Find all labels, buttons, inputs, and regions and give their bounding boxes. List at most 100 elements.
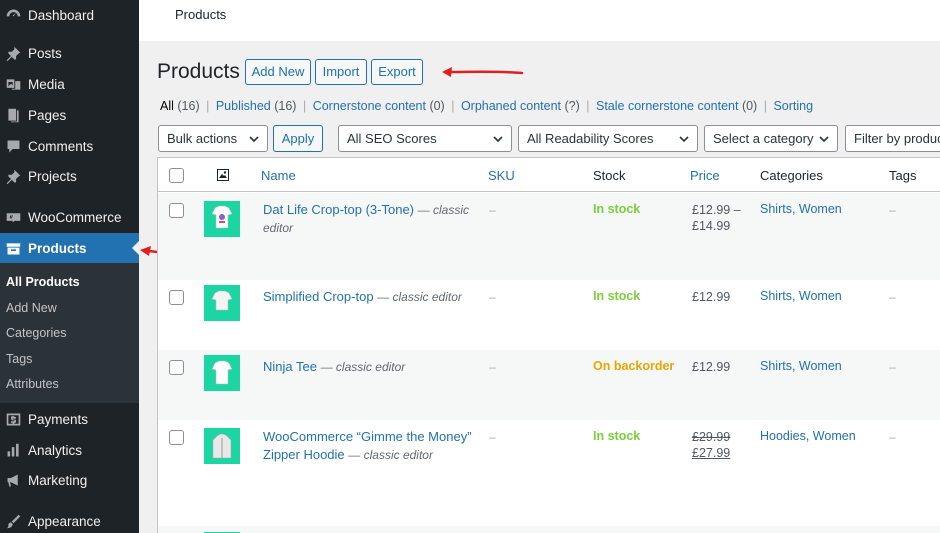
categories-cell[interactable]: Shirts, Women	[760, 359, 842, 373]
view-cornerstone[interactable]: Cornerstone content	[313, 99, 426, 113]
woo-icon	[4, 208, 22, 226]
column-price[interactable]: Price	[690, 168, 720, 183]
menu-label: WooCommerce	[28, 209, 122, 225]
crop-top-icon	[211, 290, 233, 311]
add-new-button[interactable]: Add New	[245, 59, 311, 85]
menu-item-analytics[interactable]: Analytics	[0, 435, 139, 465]
row-checkbox[interactable]	[169, 430, 184, 445]
column-sku[interactable]: SKU	[488, 168, 515, 183]
menu-item-payments[interactable]: Payments	[0, 404, 139, 434]
submenu-tags[interactable]: Tags	[0, 347, 139, 373]
view-stale-cornerstone[interactable]: Stale cornerstone content	[596, 99, 738, 113]
menu-label: Products	[28, 240, 87, 256]
categories-cell[interactable]: Hoodies, Women	[760, 429, 856, 443]
pin-icon	[4, 44, 22, 62]
menu-label: Marketing	[28, 472, 88, 488]
product-type-filter[interactable]: Filter by product type	[845, 125, 940, 152]
submenu-all-products[interactable]: All Products	[0, 270, 139, 296]
view-count: (16)	[177, 99, 200, 113]
view-separator: |	[206, 99, 210, 113]
product-name-cell: Ninja Tee — classic editor	[263, 358, 478, 376]
menu-label: Comments	[28, 138, 94, 154]
menu-item-dashboard[interactable]: Dashboard	[0, 0, 139, 30]
tags-cell: –	[889, 430, 896, 444]
tags-cell: –	[889, 203, 896, 217]
view-all[interactable]: All	[160, 99, 174, 113]
image-column-icon	[217, 169, 229, 181]
menu-item-posts[interactable]: Posts	[0, 38, 139, 68]
view-count: (?)	[564, 99, 580, 113]
chevron-down-icon	[493, 134, 503, 144]
product-name-link[interactable]: Simplified Crop-top	[263, 289, 374, 304]
menu-item-marketing[interactable]: Marketing	[0, 465, 139, 495]
view-count: (0)	[429, 99, 445, 113]
admin-sidebar: Dashboard Posts Media Pages Comments Pro…	[0, 0, 139, 533]
view-orphaned[interactable]: Orphaned content	[461, 99, 561, 113]
select-value: Filter by product type	[854, 131, 940, 146]
submenu-add-new[interactable]: Add New	[0, 296, 139, 322]
sku-cell: –	[489, 203, 496, 217]
table-row: WooCommerce “Gimme the Money” Zipper Hoo…	[158, 420, 940, 526]
submenu-attributes[interactable]: Attributes	[0, 372, 139, 398]
table-row: Simplified Crop-top — classic editor – I…	[158, 280, 940, 350]
media-icon	[4, 75, 22, 93]
header-page-title: Products	[175, 7, 227, 22]
menu-label: Analytics	[28, 442, 83, 458]
select-all-checkbox[interactable]	[169, 168, 184, 183]
price-cell: £12.99	[692, 289, 730, 305]
chevron-down-icon	[249, 134, 259, 144]
product-thumbnail[interactable]	[204, 428, 240, 464]
menu-item-woocommerce[interactable]: WooCommerce	[0, 202, 139, 232]
import-button[interactable]: Import	[315, 59, 367, 85]
chart-bar-icon	[4, 441, 22, 459]
product-thumbnail[interactable]	[204, 355, 240, 391]
categories-cell[interactable]: Shirts, Women	[760, 202, 842, 216]
product-thumbnail[interactable]	[204, 201, 240, 237]
money-icon	[4, 410, 22, 428]
product-name-cell: Simplified Crop-top — classic editor	[263, 288, 478, 306]
readability-score-filter[interactable]: All Readability Scores	[518, 125, 698, 152]
table-header: Name SKU Stock Price Categories Tags	[158, 158, 940, 192]
product-thumbnail[interactable]	[204, 285, 240, 321]
menu-item-pages[interactable]: Pages	[0, 100, 139, 130]
product-name-link[interactable]: Ninja Tee	[263, 359, 317, 374]
view-sorting[interactable]: Sorting	[773, 99, 813, 113]
seo-score-filter[interactable]: All SEO Scores	[338, 125, 512, 152]
menu-item-projects[interactable]: Projects	[0, 161, 139, 191]
menu-item-appearance[interactable]: Appearance	[0, 506, 139, 533]
pages-icon	[4, 106, 22, 124]
column-name[interactable]: Name	[261, 168, 296, 183]
products-submenu: All Products Add New Categories Tags Att…	[0, 263, 139, 403]
view-published[interactable]: Published	[216, 99, 271, 113]
select-value: Select a category	[713, 131, 814, 146]
price-cell: £12.99	[692, 359, 730, 375]
hoodie-icon	[212, 433, 232, 459]
chevron-down-icon	[679, 134, 689, 144]
price-min: £12.99 –	[692, 203, 741, 217]
select-value: Bulk actions	[167, 131, 238, 146]
column-stock: Stock	[593, 168, 626, 183]
product-name-link[interactable]: Dat Life Crop-top (3-Tone)	[263, 202, 414, 217]
menu-label: Pages	[28, 107, 67, 123]
row-checkbox[interactable]	[169, 290, 184, 305]
menu-item-products[interactable]: Products	[0, 233, 139, 263]
post-state: — classic editor	[377, 290, 462, 304]
export-button[interactable]: Export	[371, 59, 423, 85]
products-table: Name SKU Stock Price Categories Tags Dat…	[157, 157, 940, 533]
post-state: — classic editor	[320, 360, 406, 374]
view-separator: |	[763, 99, 767, 113]
category-filter[interactable]: Select a category	[704, 125, 838, 152]
row-checkbox[interactable]	[169, 360, 184, 375]
menu-item-media[interactable]: Media	[0, 69, 139, 99]
bulk-actions-select[interactable]: Bulk actions	[158, 125, 268, 152]
megaphone-icon	[4, 471, 22, 489]
submenu-categories[interactable]: Categories	[0, 321, 139, 347]
row-checkbox[interactable]	[169, 203, 184, 218]
post-state: — classic editor	[348, 448, 433, 462]
top-header-bar: Products	[139, 0, 940, 41]
menu-item-comments[interactable]: Comments	[0, 131, 139, 161]
categories-cell[interactable]: Shirts, Women	[760, 289, 842, 303]
apply-button[interactable]: Apply	[273, 125, 323, 152]
price-max: £14.99	[692, 219, 731, 233]
view-count: (16)	[274, 99, 297, 113]
